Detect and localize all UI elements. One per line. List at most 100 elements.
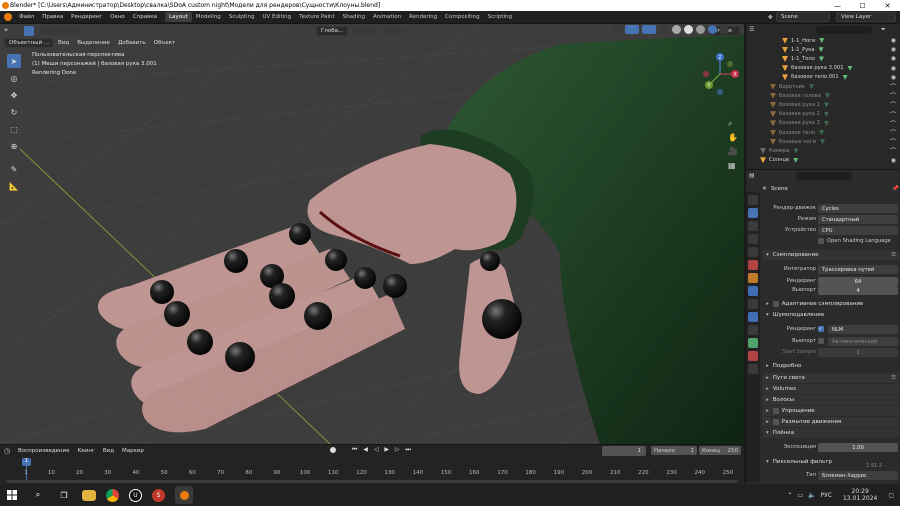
- adaptive-sampling-header[interactable]: ▸ Адаптивное сэмплирование: [762, 299, 899, 309]
- film-header[interactable]: ▾ Плёнка: [762, 428, 899, 438]
- network-icon[interactable]: ▭: [797, 492, 803, 499]
- blender-taskbar-icon[interactable]: [175, 486, 193, 504]
- menu-add[interactable]: Добавить: [114, 40, 150, 46]
- scene-tab-icon[interactable]: [748, 247, 758, 257]
- hair-header[interactable]: ▸ Волосы: [762, 395, 899, 405]
- visibility-eye-icon[interactable]: ⌒: [890, 82, 896, 91]
- visibility-eye-icon[interactable]: ◉: [891, 46, 896, 53]
- light-paths-header[interactable]: ▸ Пути света ☰: [762, 373, 899, 383]
- start-frame-field[interactable]: Начало 1: [651, 446, 697, 455]
- timeline-editor[interactable]: ◷ Воспроизведение Кеинг Вид Маркер ⏮ ◀ ◁…: [0, 444, 744, 484]
- camera-view-icon[interactable]: 🎥: [728, 146, 738, 156]
- data-tab-icon[interactable]: [748, 338, 758, 348]
- visibility-eye-icon[interactable]: ⌒: [890, 91, 896, 100]
- outliner-row[interactable]: базовое тело.001 ◉: [746, 73, 900, 82]
- visibility-icon[interactable]: [612, 25, 622, 34]
- modifier-tab-icon[interactable]: [748, 286, 758, 296]
- 3d-viewport[interactable]: ⌖ Глоба... Опции Объектный ... Вид Выдел…: [0, 24, 744, 444]
- annotate-tool[interactable]: ✎: [7, 162, 21, 176]
- maximize-button[interactable]: ☐: [850, 2, 875, 10]
- windows-start-icon[interactable]: [4, 487, 20, 503]
- perspective-toggle-icon[interactable]: ▦: [728, 161, 736, 170]
- output-tab-icon[interactable]: [748, 221, 758, 231]
- outliner[interactable]: ☰ ⏷ 1-1_Ноги ◉ 1-1_Рука ◉ 1-1_Тело ◉ базовая р…: [745, 24, 900, 169]
- physics-tab-icon[interactable]: [748, 312, 758, 322]
- tab-texture-paint[interactable]: Texture Paint: [295, 12, 339, 22]
- menu-render[interactable]: Рендеринг: [67, 14, 106, 20]
- record-button[interactable]: [330, 447, 336, 453]
- menu-file[interactable]: Файл: [15, 14, 38, 20]
- denoise-header[interactable]: ▾ Шумоподавление: [762, 310, 899, 320]
- visibility-eye-icon[interactable]: ⌒: [890, 100, 896, 109]
- denoise-render-checkbox[interactable]: ✓: [818, 326, 824, 332]
- render-engine-dropdown[interactable]: Cycles: [818, 204, 898, 213]
- unreal-icon[interactable]: U: [129, 488, 142, 502]
- simplify-checkbox[interactable]: [772, 408, 779, 414]
- tab-shading[interactable]: Shading: [339, 12, 369, 22]
- gizmo-icon[interactable]: [625, 25, 639, 34]
- tab-rendering[interactable]: Rendering: [405, 12, 441, 22]
- transform-tool[interactable]: ⊕: [7, 139, 21, 153]
- minimize-button[interactable]: —: [825, 2, 850, 10]
- menu-help[interactable]: Справка: [129, 14, 161, 20]
- zoom-icon[interactable]: ⌕: [728, 119, 732, 128]
- xray-icon[interactable]: [659, 25, 669, 34]
- search-icon[interactable]: ⌕: [30, 487, 46, 503]
- app-icon[interactable]: S: [152, 488, 165, 502]
- outliner-editor-icon[interactable]: ☰: [749, 26, 757, 33]
- simplify-header[interactable]: ▸ Упрощение: [762, 406, 899, 416]
- tab-scripting[interactable]: Scripting: [484, 12, 516, 22]
- select-tool-icon[interactable]: [24, 26, 34, 36]
- preset-icon[interactable]: ☰: [891, 252, 896, 258]
- menu-object[interactable]: Объект: [150, 40, 180, 46]
- outliner-row[interactable]: Варотник ⌒: [746, 82, 900, 91]
- filter-type-dropdown[interactable]: Блэкман-Харрис: [818, 471, 898, 480]
- notification-icon[interactable]: ▢: [888, 492, 894, 499]
- overlay-icon[interactable]: [642, 25, 656, 34]
- properties-search[interactable]: [796, 171, 852, 180]
- tab-modeling[interactable]: Modeling: [192, 12, 225, 22]
- outliner-row[interactable]: базовая рука 3.001 ◉: [746, 64, 900, 73]
- light-paths-preset-icon[interactable]: ☰: [891, 375, 896, 381]
- shading-buttons[interactable]: [612, 25, 742, 35]
- material-shading-icon[interactable]: [696, 25, 705, 34]
- outliner-row[interactable]: базовые ноги ⌒: [746, 137, 900, 146]
- device-dropdown[interactable]: CPU: [818, 226, 898, 235]
- motion-blur-header[interactable]: ▸ Размытие движения: [762, 417, 899, 427]
- menu-playback[interactable]: Воспроизведение: [14, 448, 73, 454]
- tray-icons[interactable]: ⌃ ▭ 🔈 РУС 20:29 13.01.2024 ▢: [787, 488, 900, 502]
- visibility-eye-icon[interactable]: ◉: [891, 65, 896, 72]
- outliner-row[interactable]: базовая рука 1 ⌒: [746, 100, 900, 109]
- timeline-scrollbar[interactable]: [6, 480, 738, 483]
- visibility-eye-icon[interactable]: ⌒: [890, 128, 896, 137]
- scene-selector[interactable]: Scene: [776, 12, 830, 22]
- tab-sculpting[interactable]: Sculpting: [225, 12, 259, 22]
- denoise-viewport-dropdown[interactable]: Автоматический: [828, 337, 898, 346]
- rendered-shading-icon[interactable]: [708, 25, 717, 34]
- visibility-eye-icon[interactable]: ◉: [891, 55, 896, 62]
- outliner-row[interactable]: базовая рука 2 ⌒: [746, 110, 900, 119]
- select-mode-icons[interactable]: [40, 27, 80, 35]
- timeline-ruler[interactable]: 1 1 10 20 30 40 50 60 70 80 90 100 110 120 130 140 150 1…: [0, 456, 744, 485]
- outliner-row[interactable]: базовое тело ⌒: [746, 128, 900, 137]
- particles-tab-icon[interactable]: [748, 299, 758, 309]
- blender-menu-icon[interactable]: [4, 13, 12, 21]
- measure-tool[interactable]: 📐: [7, 179, 21, 193]
- scale-tool[interactable]: ⬚: [7, 122, 21, 136]
- menu-view[interactable]: Вид: [54, 40, 73, 46]
- viewport-samples-field[interactable]: 4: [818, 286, 898, 295]
- transform-orientation[interactable]: Глоба...: [316, 26, 348, 36]
- volumes-header[interactable]: ▸ Volumes: [762, 384, 899, 394]
- osl-checkbox[interactable]: [818, 238, 824, 244]
- close-button[interactable]: ✕: [875, 2, 900, 10]
- filter-icon[interactable]: ⏷: [881, 26, 886, 34]
- advanced-header[interactable]: ▸ Подробно: [762, 361, 899, 371]
- playhead[interactable]: 1: [22, 458, 31, 466]
- shading-popover-icon[interactable]: [720, 25, 728, 34]
- menu-select[interactable]: Выделение: [73, 40, 114, 46]
- exposure-field[interactable]: 1.00: [818, 443, 898, 452]
- world-tab-icon[interactable]: [748, 260, 758, 270]
- tab-uv-editing[interactable]: UV Editing: [258, 12, 295, 22]
- visibility-eye-icon[interactable]: ⌒: [890, 119, 896, 128]
- view-layer-tab-icon[interactable]: [748, 234, 758, 244]
